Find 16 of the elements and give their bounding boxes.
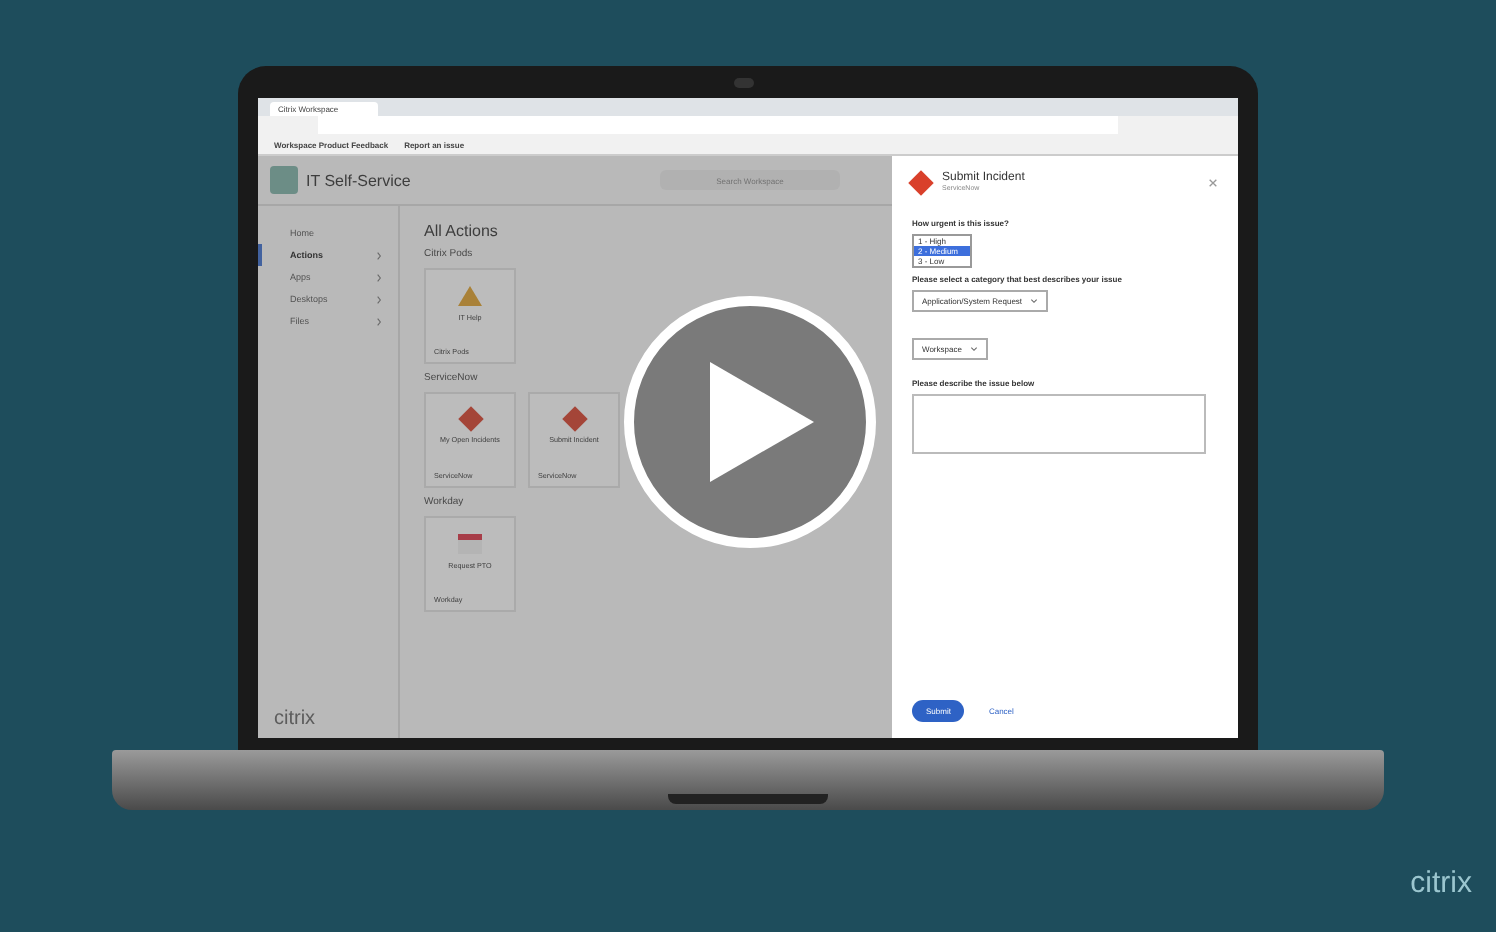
page-heading: All Actions	[424, 222, 500, 240]
calendar-icon	[458, 534, 482, 554]
caret-icon	[1030, 298, 1039, 304]
brand-logo: citrix	[274, 708, 316, 730]
chevron-icon	[376, 251, 382, 259]
brand-logo: citrix	[1410, 866, 1472, 900]
chevron-icon	[376, 273, 382, 281]
description-field[interactable]	[912, 394, 1206, 454]
chevron-icon	[376, 295, 382, 303]
app-logo-icon	[270, 166, 298, 194]
caret-icon	[969, 346, 978, 352]
app-title: IT Self-Service	[306, 171, 411, 189]
close-icon[interactable]	[1208, 177, 1218, 187]
camera-icon	[734, 78, 754, 88]
warning-icon	[458, 286, 482, 306]
chevron-icon	[376, 317, 382, 325]
